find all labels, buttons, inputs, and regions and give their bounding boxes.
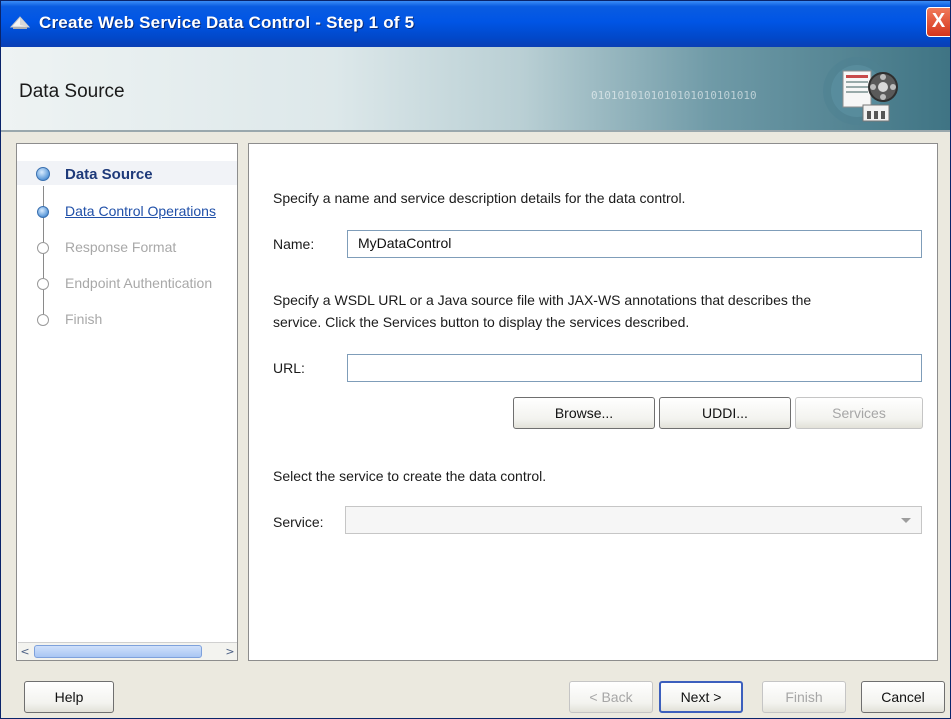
train-step-response-format: Response Format — [65, 239, 177, 255]
wsdl-help-text-line-2: service. Click the Services button to di… — [273, 314, 690, 330]
browse-button[interactable]: Browse... — [513, 397, 655, 429]
train-step-icon — [37, 242, 49, 254]
content-panel: Specify a name and service description d… — [248, 143, 938, 661]
name-label: Name: — [273, 236, 315, 252]
banner-decoration-text: 0101010101010101010101010 — [591, 89, 757, 102]
scroll-right-icon[interactable]: > — [223, 643, 237, 661]
url-label: URL: — [273, 360, 305, 376]
intro-text: Specify a name and service description d… — [273, 190, 686, 206]
scrollbar-thumb[interactable] — [34, 645, 202, 658]
dropdown-arrow-icon[interactable] — [901, 518, 911, 523]
uddi-button[interactable]: UDDI... — [659, 397, 791, 429]
help-button[interactable]: Help — [24, 681, 114, 713]
train-step-finish: Finish — [65, 311, 103, 327]
service-label: Service: — [273, 514, 324, 530]
services-button[interactable]: Services — [795, 397, 923, 429]
footer-button-bar: Help < Back Next > Finish Cancel — [1, 666, 950, 718]
header-banner: Data Source 0101010101010101010101010 — [1, 47, 950, 132]
scroll-left-icon[interactable]: < — [18, 643, 32, 661]
banner-logo — [823, 57, 898, 125]
finish-button[interactable]: Finish — [762, 681, 846, 713]
train-step-data-source[interactable]: Data Source — [65, 166, 153, 183]
app-icon — [9, 16, 31, 29]
wizard-train: Data Source Data Control Operations Resp… — [16, 143, 238, 661]
train-horizontal-scrollbar[interactable]: < > — [18, 642, 237, 660]
title-bar[interactable]: Create Web Service Data Control - Step 1… — [1, 1, 950, 47]
train-step-icon — [36, 167, 50, 181]
train-step-endpoint-authentication: Endpoint Authentication — [65, 275, 213, 291]
name-field[interactable]: MyDataControl — [347, 230, 922, 258]
wsdl-help-text-line-1: Specify a WSDL URL or a Java source file… — [273, 292, 812, 308]
select-service-text: Select the service to create the data co… — [273, 468, 547, 484]
train-step-icon — [37, 206, 49, 218]
back-button[interactable]: < Back — [569, 681, 653, 713]
cancel-button[interactable]: Cancel — [861, 681, 945, 713]
window-title: Create Web Service Data Control - Step 1… — [39, 13, 415, 32]
service-select[interactable] — [345, 506, 922, 534]
url-field[interactable] — [347, 354, 922, 382]
train-step-data-control-operations[interactable]: Data Control Operations — [65, 203, 216, 219]
train-step-icon — [37, 314, 49, 326]
train-step-icon — [37, 278, 49, 290]
next-button[interactable]: Next > — [659, 681, 743, 713]
page-title: Data Source — [19, 81, 125, 102]
dialog-window: Create Web Service Data Control - Step 1… — [0, 0, 951, 719]
close-icon[interactable]: X — [926, 7, 950, 37]
